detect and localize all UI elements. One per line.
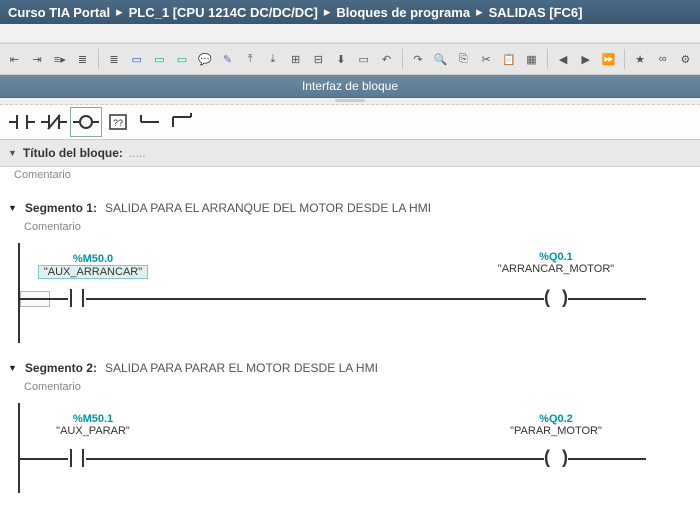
- collapse-icon[interactable]: ▼: [8, 363, 17, 373]
- segment-2-header[interactable]: ▼ Segmento 2: SALIDA PARA PARAR EL MOTOR…: [0, 357, 700, 379]
- go-start-icon[interactable]: ⇤: [4, 47, 25, 71]
- step-icon[interactable]: ≡▸: [49, 47, 70, 71]
- contact-graphic: [52, 289, 102, 307]
- cut-icon[interactable]: ✂: [476, 47, 497, 71]
- interface-bar[interactable]: Interfaz de bloque: [0, 75, 700, 98]
- ref-icon[interactable]: ✎: [217, 47, 238, 71]
- coil-sym: "ARRANCAR_MOTOR": [496, 263, 616, 275]
- db-icon[interactable]: ▦: [521, 47, 542, 71]
- list-icon[interactable]: ≣: [104, 47, 125, 71]
- main-toolbar: ⇤ ⇥ ≡▸ ≣ ≣ ▭ ▭ ▭ 💬 ✎ ⤒ ⤓ ⊞ ⊟ ⬇ ▭ ↶ ↷ 🔍 ⎘…: [0, 43, 700, 75]
- segment-1-comment[interactable]: Comentario: [10, 219, 700, 235]
- collapse-icon[interactable]: ▼: [8, 148, 17, 158]
- nav-right-icon[interactable]: ▶: [575, 47, 596, 71]
- insert-down-icon[interactable]: ⤓: [263, 47, 284, 71]
- interface-bar-label: Interfaz de bloque: [302, 79, 398, 93]
- filter-icon[interactable]: ≣: [72, 47, 93, 71]
- segment-1-title[interactable]: SALIDA PARA EL ARRANQUE DEL MOTOR DESDE …: [105, 201, 431, 215]
- settings-icon[interactable]: ⚙: [675, 47, 696, 71]
- seg-blue-icon[interactable]: ▭: [126, 47, 147, 71]
- segment-1: ▼ Segmento 1: SALIDA PARA EL ARRANQUE DE…: [0, 197, 700, 343]
- coil-arrancar-motor[interactable]: %Q0.1 "ARRANCAR_MOTOR": [496, 251, 616, 275]
- segment-2: ▼ Segmento 2: SALIDA PARA PARAR EL MOTOR…: [0, 357, 700, 493]
- tag-db-icon[interactable]: ⊟: [308, 47, 329, 71]
- palette-open-contact[interactable]: [6, 107, 38, 137]
- block-title-value[interactable]: .....: [129, 146, 146, 160]
- breadcrumb-bar: Curso TIA Portal▸ PLC_1 [CPU 1214C DC/DC…: [0, 0, 700, 24]
- spacer-band: [0, 24, 700, 43]
- block-comment[interactable]: Comentario: [0, 167, 700, 183]
- palette-branch-down[interactable]: [166, 107, 198, 137]
- seg-cyan-icon[interactable]: ▭: [149, 47, 170, 71]
- contact-aux-arrancar[interactable]: %M50.0 "AUX_ARRANCAR": [38, 253, 148, 279]
- compare-icon[interactable]: ∞: [652, 47, 673, 71]
- comment-toggle-icon[interactable]: 💬: [194, 47, 215, 71]
- contact-graphic: [52, 449, 102, 467]
- crumb-0[interactable]: Curso TIA Portal: [8, 5, 110, 20]
- segment-1-name: Segmento 1:: [25, 201, 97, 215]
- segment-2-name: Segmento 2:: [25, 361, 97, 375]
- collapse-icon[interactable]: ▼: [8, 203, 17, 213]
- svg-text:??: ??: [113, 118, 123, 128]
- contact-sym: "AUX_PARAR": [38, 425, 148, 437]
- arrow-down-icon[interactable]: ⬇: [331, 47, 352, 71]
- coil-graphic: (): [526, 449, 586, 467]
- segment-2-comment[interactable]: Comentario: [10, 379, 700, 395]
- segment-1-header[interactable]: ▼ Segmento 1: SALIDA PARA EL ARRANQUE DE…: [0, 197, 700, 219]
- paste-icon[interactable]: 📋: [498, 47, 519, 71]
- segment-1-rung[interactable]: %M50.0 "AUX_ARRANCAR" %Q0.1 "ARRANCAR_MO…: [18, 243, 700, 343]
- favorite-icon[interactable]: ★: [630, 47, 651, 71]
- segment-2-rung[interactable]: %M50.1 "AUX_PARAR" %Q0.2 "PARAR_MOTOR" (…: [18, 403, 700, 493]
- lad-palette: ??: [0, 105, 700, 140]
- copy-icon[interactable]: ⎘: [453, 47, 474, 71]
- block-title-label: Título del bloque:: [23, 146, 123, 160]
- contact-addr: %M50.0: [38, 253, 148, 265]
- palette-branch-right[interactable]: [134, 107, 166, 137]
- nav-left-icon[interactable]: ◀: [553, 47, 574, 71]
- coil-parar-motor[interactable]: %Q0.2 "PARAR_MOTOR": [496, 413, 616, 437]
- nav-jump-icon[interactable]: ⏩: [598, 47, 619, 71]
- contact-sym: "AUX_ARRANCAR": [38, 265, 148, 279]
- segment-2-title[interactable]: SALIDA PARA PARAR EL MOTOR DESDE LA HMI: [105, 361, 378, 375]
- seg-green-icon[interactable]: ▭: [172, 47, 193, 71]
- palette-coil[interactable]: [70, 107, 102, 137]
- go-end-icon[interactable]: ⇥: [27, 47, 48, 71]
- insert-up-icon[interactable]: ⤒: [240, 47, 261, 71]
- coil-sym: "PARAR_MOTOR": [496, 425, 616, 437]
- coil-graphic: (): [526, 289, 586, 307]
- crumb-3[interactable]: SALIDAS [FC6]: [489, 5, 583, 20]
- coil-addr: %Q0.2: [496, 413, 616, 425]
- contact-addr: %M50.1: [38, 413, 148, 425]
- box-icon[interactable]: ▭: [353, 47, 374, 71]
- block-title-row[interactable]: ▼ Título del bloque: .....: [0, 140, 700, 167]
- crumb-1[interactable]: PLC_1 [CPU 1214C DC/DC/DC]: [129, 5, 318, 20]
- tag-icon[interactable]: ⊞: [285, 47, 306, 71]
- undo-icon[interactable]: ↶: [376, 47, 397, 71]
- coil-addr: %Q0.1: [496, 251, 616, 263]
- find-icon[interactable]: 🔍: [430, 47, 451, 71]
- splitter[interactable]: [0, 98, 700, 105]
- palette-box[interactable]: ??: [102, 107, 134, 137]
- crumb-2[interactable]: Bloques de programa: [336, 5, 470, 20]
- redo-icon[interactable]: ↷: [408, 47, 429, 71]
- palette-closed-contact[interactable]: [38, 107, 70, 137]
- contact-aux-parar[interactable]: %M50.1 "AUX_PARAR": [38, 413, 148, 437]
